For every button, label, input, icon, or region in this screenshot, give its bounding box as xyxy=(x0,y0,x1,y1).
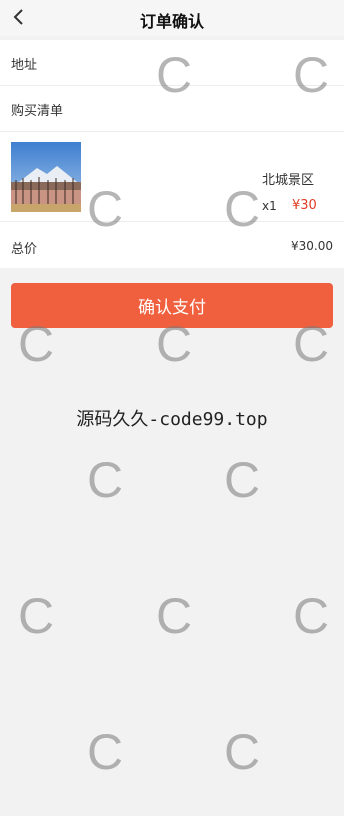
watermark-glyph: C xyxy=(224,724,261,780)
watermark-glyph: C xyxy=(18,588,55,644)
address-label: 地址 xyxy=(11,58,38,73)
brand-text: 源码久久-code99.top xyxy=(76,409,268,430)
top-bar: 订单确认 xyxy=(0,0,344,36)
purchase-list-label: 购买清单 xyxy=(11,104,64,119)
page-title: 订单确认 xyxy=(139,12,204,31)
watermark-glyph: C xyxy=(87,724,124,780)
watermark-glyph: C xyxy=(156,588,193,644)
item-name: 北城景区 xyxy=(262,173,315,188)
confirm-pay-button[interactable]: 确认支付 xyxy=(11,283,333,328)
watermark-glyph: C xyxy=(224,452,261,508)
total-row: 总价 ¥30.00 xyxy=(0,222,344,268)
item-price: ¥30 xyxy=(292,198,317,213)
order-item[interactable]: 北城景区 x1 ¥30 xyxy=(0,132,344,222)
item-quantity: x1 xyxy=(262,199,277,213)
watermark-glyph: C xyxy=(87,452,124,508)
watermark-glyph: C xyxy=(293,588,330,644)
total-value: ¥30.00 xyxy=(291,239,333,253)
address-row[interactable]: 地址 xyxy=(0,40,344,86)
total-label: 总价 xyxy=(11,242,38,257)
item-thumbnail xyxy=(11,142,81,212)
purchase-list-header: 购买清单 xyxy=(0,86,344,132)
